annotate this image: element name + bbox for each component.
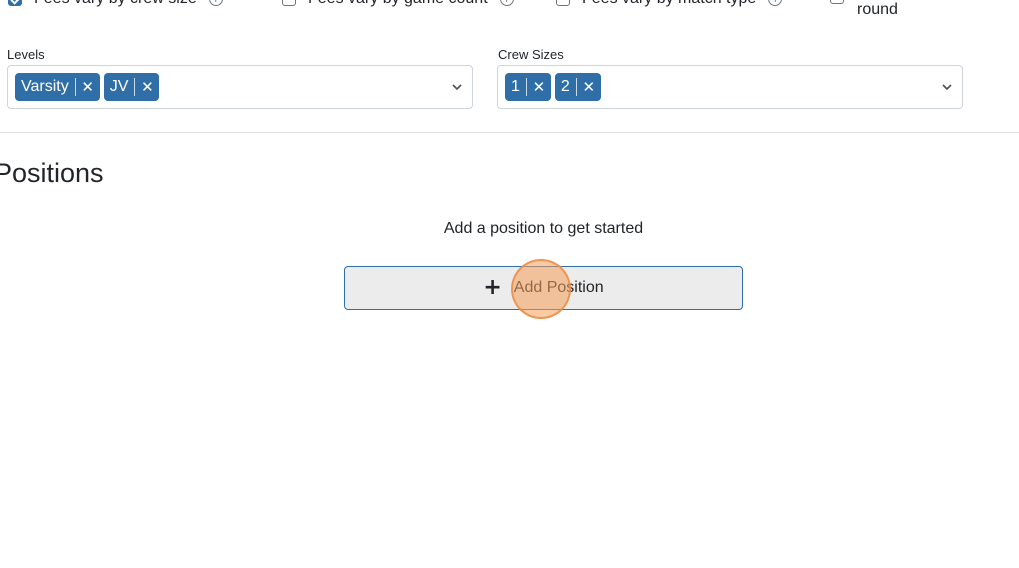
option-round[interactable] — [830, 0, 844, 4]
crew-sizes-label: Crew Sizes — [498, 47, 564, 62]
chip-label: 2 — [561, 78, 577, 96]
option-crew-size[interactable]: Fees vary by crew size i — [8, 0, 223, 8]
add-position-button[interactable]: + Add Position — [344, 266, 743, 310]
round-checkbox[interactable] — [830, 0, 844, 4]
info-icon[interactable]: i — [499, 0, 514, 6]
crew-size-chip-2: 2 ✕ — [554, 73, 601, 101]
level-chip-varsity: Varsity ✕ — [15, 73, 100, 101]
round-label: round — [857, 1, 898, 18]
add-position-label: Add Position — [513, 279, 604, 296]
chip-label: 1 — [511, 78, 527, 96]
remove-chip-icon[interactable]: ✕ — [135, 78, 159, 96]
remove-chip-icon[interactable]: ✕ — [76, 78, 100, 96]
chevron-down-icon[interactable] — [940, 80, 954, 94]
option-game-count[interactable]: Fees vary by game count i — [282, 0, 514, 8]
crew-sizes-select[interactable]: 1 ✕ 2 ✕ — [497, 65, 963, 109]
crew-size-chip-1: 1 ✕ — [505, 73, 551, 101]
option-match-type[interactable]: Fees vary by match type i — [556, 0, 783, 8]
info-icon[interactable]: i — [208, 0, 223, 6]
empty-state-message: Add a position to get started — [443, 220, 644, 237]
positions-title: Positions — [0, 158, 104, 188]
levels-select[interactable]: Varsity ✕ JV ✕ — [7, 65, 473, 109]
chip-label: Varsity — [21, 78, 76, 96]
chip-label: JV — [110, 78, 136, 96]
remove-chip-icon[interactable]: ✕ — [577, 78, 601, 96]
game-count-checkbox[interactable] — [282, 0, 296, 6]
match-type-checkbox[interactable] — [556, 0, 570, 6]
crew-size-label: Fees vary by crew size — [34, 0, 197, 8]
section-divider — [0, 132, 1019, 133]
remove-chip-icon[interactable]: ✕ — [527, 78, 551, 96]
match-type-label: Fees vary by match type — [582, 0, 756, 8]
level-chip-jv: JV ✕ — [103, 73, 160, 101]
info-icon[interactable]: i — [768, 0, 783, 6]
levels-label: Levels — [7, 47, 45, 62]
game-count-label: Fees vary by game count — [308, 0, 488, 8]
chevron-down-icon[interactable] — [450, 80, 464, 94]
crew-size-checkbox[interactable] — [8, 0, 22, 6]
plus-icon: + — [483, 275, 502, 300]
